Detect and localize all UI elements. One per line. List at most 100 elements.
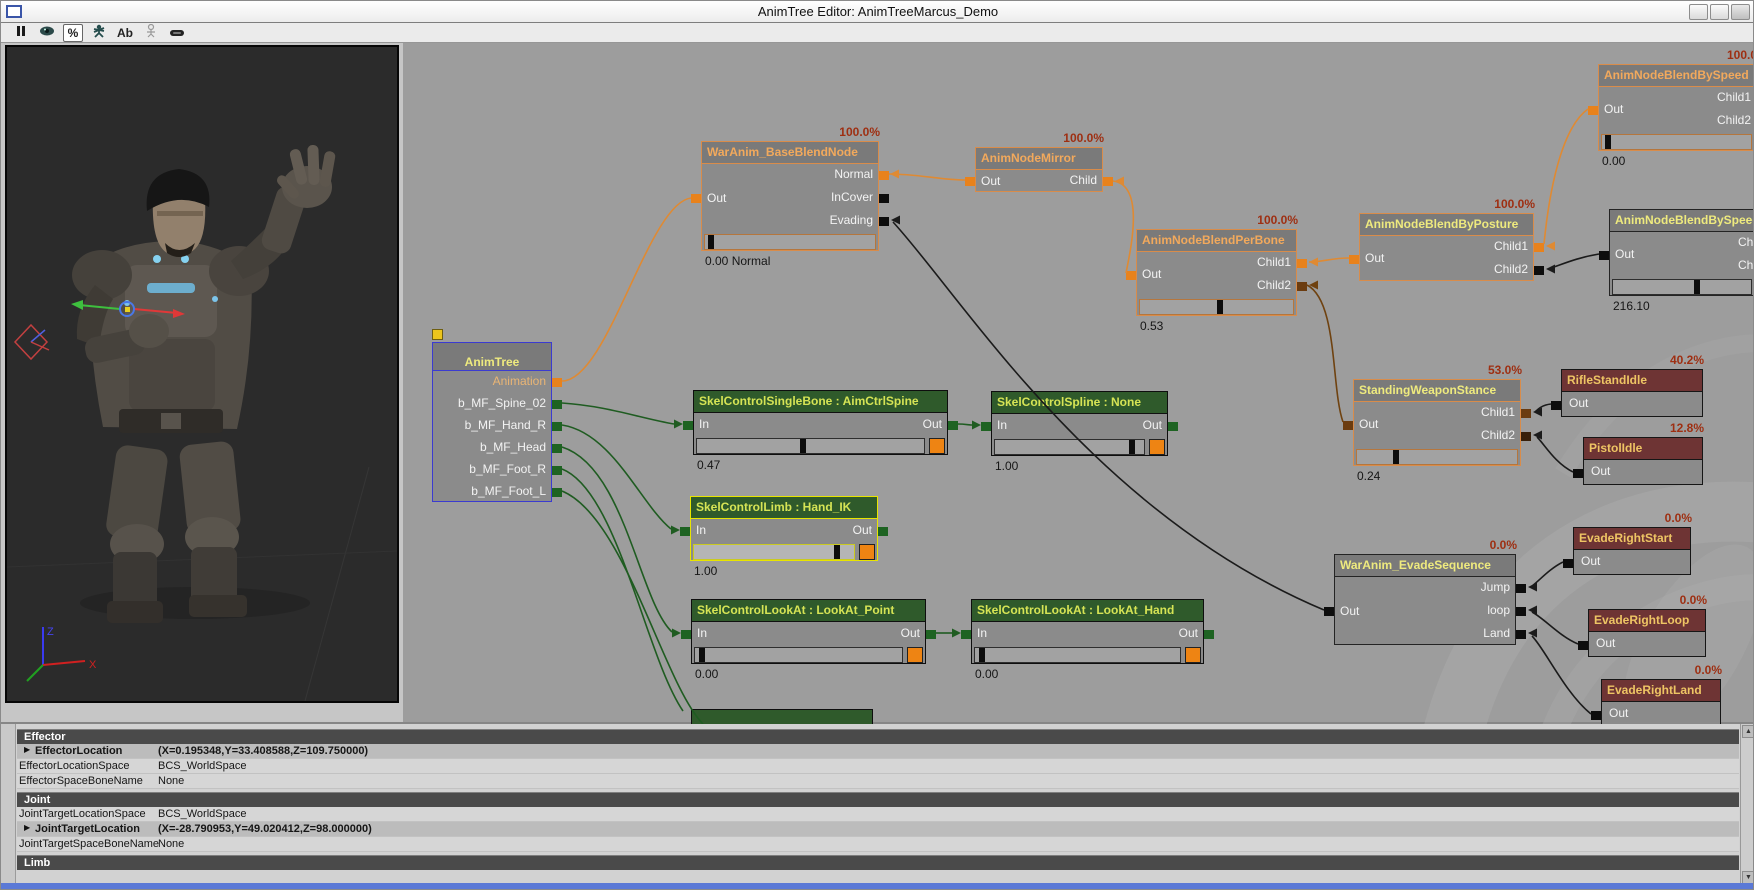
- show-floor-button[interactable]: [167, 24, 187, 42]
- perbone-conn-child1[interactable]: [1297, 259, 1307, 268]
- limb-conn-out[interactable]: [878, 527, 888, 536]
- slider-marker[interactable]: [708, 235, 714, 249]
- slider-marker[interactable]: [699, 648, 705, 662]
- byposture-conn-child1[interactable]: [1534, 243, 1544, 252]
- node-weight-slider[interactable]: [693, 544, 855, 560]
- node-evadeseq[interactable]: WarAnim_EvadeSequence0.0%JumploopLandOut: [1334, 554, 1516, 645]
- node-weight-slider[interactable]: [696, 438, 925, 454]
- animtree-conn-b_mf_spine_02[interactable]: [552, 400, 562, 409]
- lookat_point-conn-out[interactable]: [926, 630, 936, 639]
- show-skeleton-button[interactable]: [89, 24, 109, 42]
- property-scrollbar[interactable]: ▲ ▼: [1740, 724, 1754, 885]
- node-limb[interactable]: SkelControlLimb : Hand_IKInOut1.00: [690, 496, 878, 561]
- node-weight-slider[interactable]: [1612, 279, 1752, 295]
- animtree-conn-b_mf_hand_r[interactable]: [552, 422, 562, 431]
- node-byspeed_top[interactable]: AnimNodeBlendBySpeed100.0%Child1Child2Ou…: [1598, 64, 1754, 151]
- slider-value-box[interactable]: [859, 544, 875, 560]
- slider-marker[interactable]: [1605, 135, 1611, 149]
- slider-marker[interactable]: [1393, 450, 1399, 464]
- property-value[interactable]: (X=0.195348,Y=33.408588,Z=109.750000): [158, 745, 368, 757]
- spline-conn-in[interactable]: [981, 422, 991, 431]
- show-preview-button[interactable]: [37, 24, 57, 42]
- node-evloop[interactable]: EvadeRightLoop0.0%Out: [1588, 609, 1706, 657]
- node-weight-slider[interactable]: [1601, 134, 1752, 150]
- property-section-effector[interactable]: Effector: [17, 729, 1739, 744]
- animtree-conn-b_mf_foot_l[interactable]: [552, 488, 562, 497]
- property-row-EffectorLocationSpace[interactable]: EffectorLocationSpaceBCS_WorldSpace: [17, 759, 1739, 774]
- maximize-button[interactable]: [1710, 4, 1729, 20]
- evloop-conn-out[interactable]: [1578, 641, 1588, 650]
- property-value[interactable]: BCS_WorldSpace: [158, 808, 246, 820]
- slider-marker[interactable]: [834, 545, 840, 559]
- scroll-up-icon[interactable]: ▲: [1742, 725, 1754, 738]
- slider-marker[interactable]: [979, 648, 985, 662]
- perbone-conn-out[interactable]: [1126, 271, 1136, 280]
- property-row-JointTargetLocation[interactable]: ▶JointTargetLocation(X=-28.790953,Y=49.0…: [17, 822, 1739, 837]
- node-lookat_hand[interactable]: SkelControlLookAt : LookAt_HandInOut0.00: [971, 599, 1204, 664]
- show-wireframe-button[interactable]: [141, 24, 161, 42]
- show-percentages-button[interactable]: %: [63, 24, 83, 42]
- slider-value-box[interactable]: [929, 438, 945, 454]
- node-spline[interactable]: SkelControlSpline : NoneInOut1.00: [991, 391, 1168, 456]
- node-animtree[interactable]: AnimTreeAnimationb_MF_Spine_02b_MF_Hand_…: [432, 342, 552, 502]
- property-row-JointTargetLocationSpace[interactable]: JointTargetLocationSpaceBCS_WorldSpace: [17, 807, 1739, 822]
- property-row-EffectorLocation[interactable]: ▶EffectorLocation(X=0.195348,Y=33.408588…: [17, 744, 1739, 759]
- lookat_hand-conn-out[interactable]: [1204, 630, 1214, 639]
- node-weight-slider[interactable]: [1139, 299, 1294, 315]
- node-pistol[interactable]: PistolIdle12.8%Out: [1583, 437, 1703, 485]
- expander-icon[interactable]: ▶: [24, 823, 30, 832]
- pause-button[interactable]: [11, 24, 31, 42]
- byposture-conn-child2[interactable]: [1534, 266, 1544, 275]
- slider-value-box[interactable]: [1149, 439, 1165, 455]
- spline-conn-out[interactable]: [1168, 422, 1178, 431]
- evadeseq-conn-loop[interactable]: [1516, 607, 1526, 616]
- weaponstance-conn-out[interactable]: [1343, 421, 1353, 430]
- pistol-conn-out[interactable]: [1573, 469, 1583, 478]
- singlebone-conn-in[interactable]: [683, 421, 693, 430]
- baseblend-conn-evading[interactable]: [879, 217, 889, 226]
- preview-viewport[interactable]: Z X: [5, 45, 399, 703]
- animtree-conn-b_mf_head[interactable]: [552, 444, 562, 453]
- node-weaponstance[interactable]: StandingWeaponStance53.0%Child1Child2Out…: [1353, 379, 1521, 466]
- property-value[interactable]: (X=-28.790953,Y=49.020412,Z=98.000000): [158, 823, 372, 835]
- node-mirror[interactable]: AnimNodeMirror100.0%ChildOut: [975, 147, 1103, 192]
- baseblend-conn-incover[interactable]: [879, 194, 889, 203]
- baseblend-conn-out[interactable]: [691, 194, 701, 203]
- clipped-bottom-node[interactable]: [691, 709, 873, 724]
- perbone-conn-child2[interactable]: [1297, 282, 1307, 291]
- rifle-conn-out[interactable]: [1551, 401, 1561, 410]
- show-bone-names-button[interactable]: Ab: [115, 24, 135, 42]
- title-bar[interactable]: AnimTree Editor: AnimTreeMarcus_Demo: [1, 1, 1754, 23]
- node-byposture[interactable]: AnimNodeBlendByPosture100.0%Child1Child2…: [1359, 213, 1534, 281]
- byspeed_right-conn-out[interactable]: [1599, 251, 1609, 260]
- limb-conn-in[interactable]: [680, 527, 690, 536]
- expander-icon[interactable]: ▶: [24, 745, 30, 754]
- lookat_point-conn-in[interactable]: [681, 630, 691, 639]
- byspeed_top-conn-out[interactable]: [1588, 106, 1598, 115]
- animtree-conn-b_mf_foot_r[interactable]: [552, 466, 562, 475]
- weaponstance-conn-child1[interactable]: [1521, 409, 1531, 418]
- byposture-conn-out[interactable]: [1349, 255, 1359, 264]
- mirror-conn-out[interactable]: [965, 177, 975, 186]
- slider-value-box[interactable]: [1185, 647, 1201, 663]
- evadeseq-conn-out[interactable]: [1324, 607, 1334, 616]
- node-byspeed_right[interactable]: AnimNodeBlendBySpeedChild1Child2Out216.1…: [1609, 209, 1754, 296]
- slider-marker[interactable]: [1129, 440, 1135, 454]
- property-value[interactable]: None: [158, 838, 184, 850]
- node-evland[interactable]: EvadeRightLand0.0%Out: [1601, 679, 1721, 724]
- minimize-button[interactable]: [1689, 4, 1708, 20]
- singlebone-conn-out[interactable]: [948, 421, 958, 430]
- property-row-JointTargetSpaceBoneName[interactable]: JointTargetSpaceBoneNameNone: [17, 837, 1739, 852]
- property-section-limb[interactable]: Limb: [17, 855, 1739, 870]
- node-weight-slider[interactable]: [1356, 449, 1518, 465]
- evstart-conn-out[interactable]: [1563, 559, 1573, 568]
- slider-marker[interactable]: [800, 439, 806, 453]
- graph-canvas[interactable]: AnimTreeAnimationb_MF_Spine_02b_MF_Hand_…: [403, 43, 1754, 724]
- property-value[interactable]: BCS_WorldSpace: [158, 760, 246, 772]
- mirror-conn-child[interactable]: [1103, 177, 1113, 186]
- evadeseq-conn-land[interactable]: [1516, 630, 1526, 639]
- property-value[interactable]: None: [158, 775, 184, 787]
- slider-value-box[interactable]: [907, 647, 923, 663]
- evadeseq-conn-jump[interactable]: [1516, 584, 1526, 593]
- node-weight-slider[interactable]: [994, 439, 1145, 455]
